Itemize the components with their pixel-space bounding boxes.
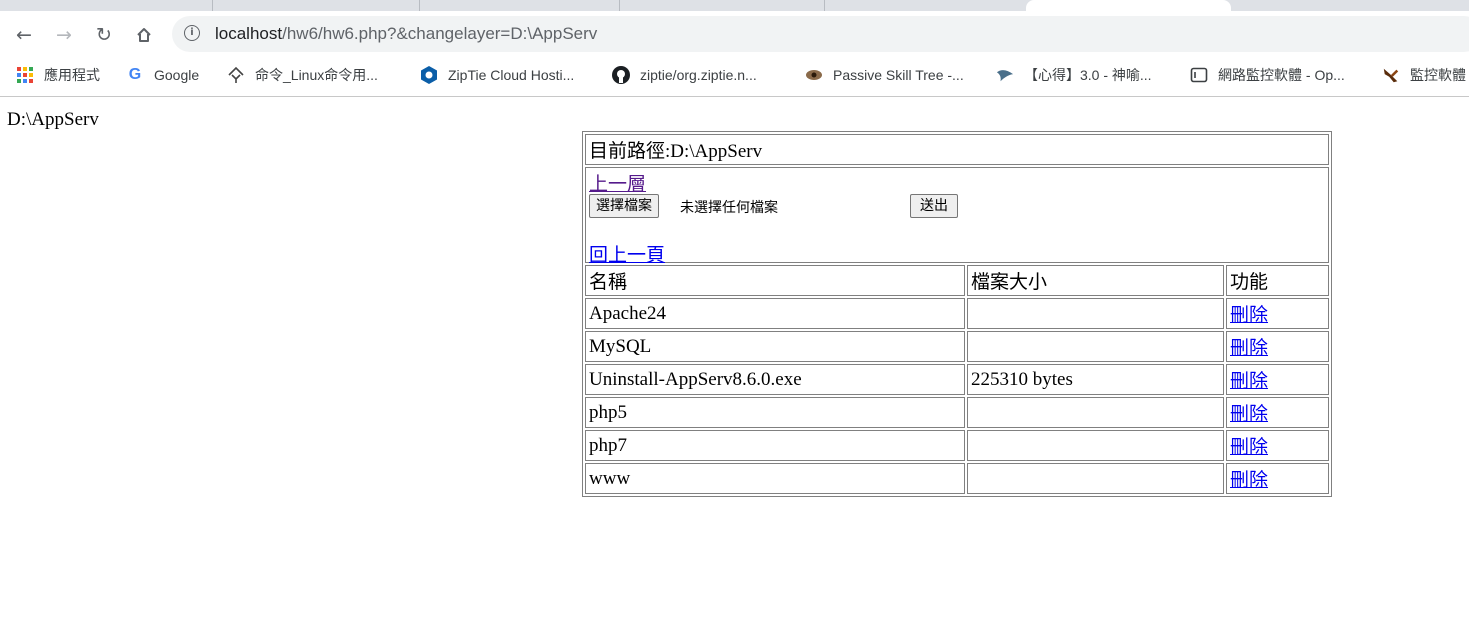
bookmark-github[interactable]: ziptie/org.ziptie.n... xyxy=(612,65,757,85)
bookmark-label: 命令_Linux命令用... xyxy=(255,67,378,83)
file-size-cell: 225310 bytes xyxy=(967,364,1224,395)
linux-cmd-icon xyxy=(227,66,245,84)
file-manager-table: 目前路徑:D:\AppServ 上一層 選擇檔案 未選擇任何檔案 送出 回上一頁… xyxy=(582,131,1332,497)
table-row: php5 刪除 xyxy=(585,397,1329,428)
action-cell: 刪除 xyxy=(1226,298,1329,329)
bookmark-monitor-software[interactable]: 監控軟體 xyxy=(1382,65,1466,85)
browser-toolbar: ← → ↻ i localhost/hw6/hw6.php?&changelay… xyxy=(0,11,1469,57)
file-name-cell: Apache24 xyxy=(585,298,965,329)
bookmark-label: 網路監控軟體 - Op... xyxy=(1218,67,1345,83)
bookmark-label: 監控軟體 xyxy=(1410,67,1466,83)
upload-form: 上一層 選擇檔案 未選擇任何檔案 送出 回上一頁 xyxy=(585,167,1329,266)
bookmark-label: ZipTie Cloud Hosti... xyxy=(448,67,575,83)
file-name-cell: MySQL xyxy=(585,331,965,362)
delete-link[interactable]: 刪除 xyxy=(1230,338,1268,359)
monitor-icon xyxy=(1382,66,1400,84)
file-name-cell: Uninstall-AppServ8.6.0.exe xyxy=(585,364,965,395)
path-header: 目前路徑:D:\AppServ xyxy=(585,134,1329,165)
file-size-cell xyxy=(967,430,1224,461)
table-row: Apache24 刪除 xyxy=(585,298,1329,329)
bookmark-label: Google xyxy=(154,67,200,83)
column-header-row: 名稱 檔案大小 功能 xyxy=(585,265,1329,296)
site-info-icon[interactable]: i xyxy=(184,25,200,41)
file-size-cell xyxy=(967,331,1224,362)
browser-tab[interactable] xyxy=(0,0,213,11)
bookmark-label: Passive Skill Tree -... xyxy=(833,67,964,83)
address-bar[interactable]: i localhost/hw6/hw6.php?&changelayer=D:\… xyxy=(172,16,1469,52)
action-cell: 刪除 xyxy=(1226,331,1329,362)
bookmark-label: 【心得】3.0 - 神喻... xyxy=(1024,67,1152,83)
up-level-link[interactable]: 上一層 xyxy=(589,169,646,196)
url-text[interactable]: localhost/hw6/hw6.php?&changelayer=D:\Ap… xyxy=(215,24,597,44)
bookmark-network-monitor[interactable]: 網路監控軟體 - Op... xyxy=(1190,65,1345,85)
page-content: D:\AppServ 目前路徑:D:\AppServ 上一層 選擇檔案 未選擇任… xyxy=(0,97,1469,644)
table-row: Uninstall-AppServ8.6.0.exe 225310 bytes … xyxy=(585,364,1329,395)
apps-grid-icon xyxy=(16,66,34,84)
current-path-text: D:\AppServ xyxy=(7,109,99,130)
file-name-cell: php5 xyxy=(585,397,965,428)
bookmark-label: 應用程式 xyxy=(44,67,100,83)
url-host: localhost xyxy=(215,24,283,43)
home-icon[interactable] xyxy=(132,23,156,47)
upload-form-row: 上一層 選擇檔案 未選擇任何檔案 送出 回上一頁 xyxy=(585,167,1329,266)
page-icon xyxy=(1190,66,1208,84)
no-file-chosen-text: 未選擇任何檔案 xyxy=(680,200,778,216)
file-size-cell xyxy=(967,463,1224,494)
delete-link[interactable]: 刪除 xyxy=(1230,305,1268,326)
bird-icon xyxy=(996,66,1014,84)
bookmark-forum-post[interactable]: 【心得】3.0 - 神喻... xyxy=(996,65,1152,85)
choose-file-button[interactable]: 選擇檔案 xyxy=(589,194,659,218)
delete-link[interactable]: 刪除 xyxy=(1230,404,1268,425)
bookmark-google[interactable]: G Google xyxy=(126,65,199,85)
bookmark-linux-cmd[interactable]: 命令_Linux命令用... xyxy=(227,65,378,85)
file-size-cell xyxy=(967,397,1224,428)
reload-icon[interactable]: ↻ xyxy=(92,23,116,47)
browser-tab-active[interactable] xyxy=(1026,0,1231,11)
bookmarks-bar: 應用程式 G Google 命令_Linux命令用... ZipTie Clou… xyxy=(0,57,1469,97)
bookmark-ziptie-cloud[interactable]: ZipTie Cloud Hosti... xyxy=(420,65,574,85)
action-cell: 刪除 xyxy=(1226,463,1329,494)
bookmark-apps[interactable]: 應用程式 xyxy=(16,65,100,85)
action-cell: 刪除 xyxy=(1226,397,1329,428)
google-icon: G xyxy=(128,66,142,83)
bookmark-passive-skill-tree[interactable]: Passive Skill Tree -... xyxy=(805,65,964,85)
column-header-function: 功能 xyxy=(1226,265,1329,296)
browser-tab[interactable] xyxy=(419,0,620,11)
file-name-cell: www xyxy=(585,463,965,494)
table-row: www 刪除 xyxy=(585,463,1329,494)
delete-link[interactable]: 刪除 xyxy=(1230,371,1268,392)
browser-tab[interactable] xyxy=(619,0,825,11)
delete-link[interactable]: 刪除 xyxy=(1230,437,1268,458)
column-header-size: 檔案大小 xyxy=(967,265,1224,296)
table-row: MySQL 刪除 xyxy=(585,331,1329,362)
file-size-cell xyxy=(967,298,1224,329)
ziptie-icon xyxy=(420,66,438,84)
forward-arrow-icon[interactable]: → xyxy=(52,23,76,47)
bookmark-label: ziptie/org.ziptie.n... xyxy=(640,67,757,83)
action-cell: 刪除 xyxy=(1226,364,1329,395)
submit-button[interactable]: 送出 xyxy=(910,194,958,218)
action-cell: 刪除 xyxy=(1226,430,1329,461)
back-page-link[interactable]: 回上一頁 xyxy=(589,240,665,267)
file-name-cell: php7 xyxy=(585,430,965,461)
delete-link[interactable]: 刪除 xyxy=(1230,470,1268,491)
skill-tree-icon xyxy=(805,66,823,84)
path-header-row: 目前路徑:D:\AppServ xyxy=(585,134,1329,165)
table-row: php7 刪除 xyxy=(585,430,1329,461)
url-path: /hw6/hw6.php?&changelayer=D:\AppServ xyxy=(282,24,598,43)
column-header-name: 名稱 xyxy=(585,265,965,296)
github-icon xyxy=(612,66,630,84)
browser-tab[interactable] xyxy=(212,0,420,11)
back-arrow-icon[interactable]: ← xyxy=(12,23,36,47)
tab-strip xyxy=(0,0,1469,11)
